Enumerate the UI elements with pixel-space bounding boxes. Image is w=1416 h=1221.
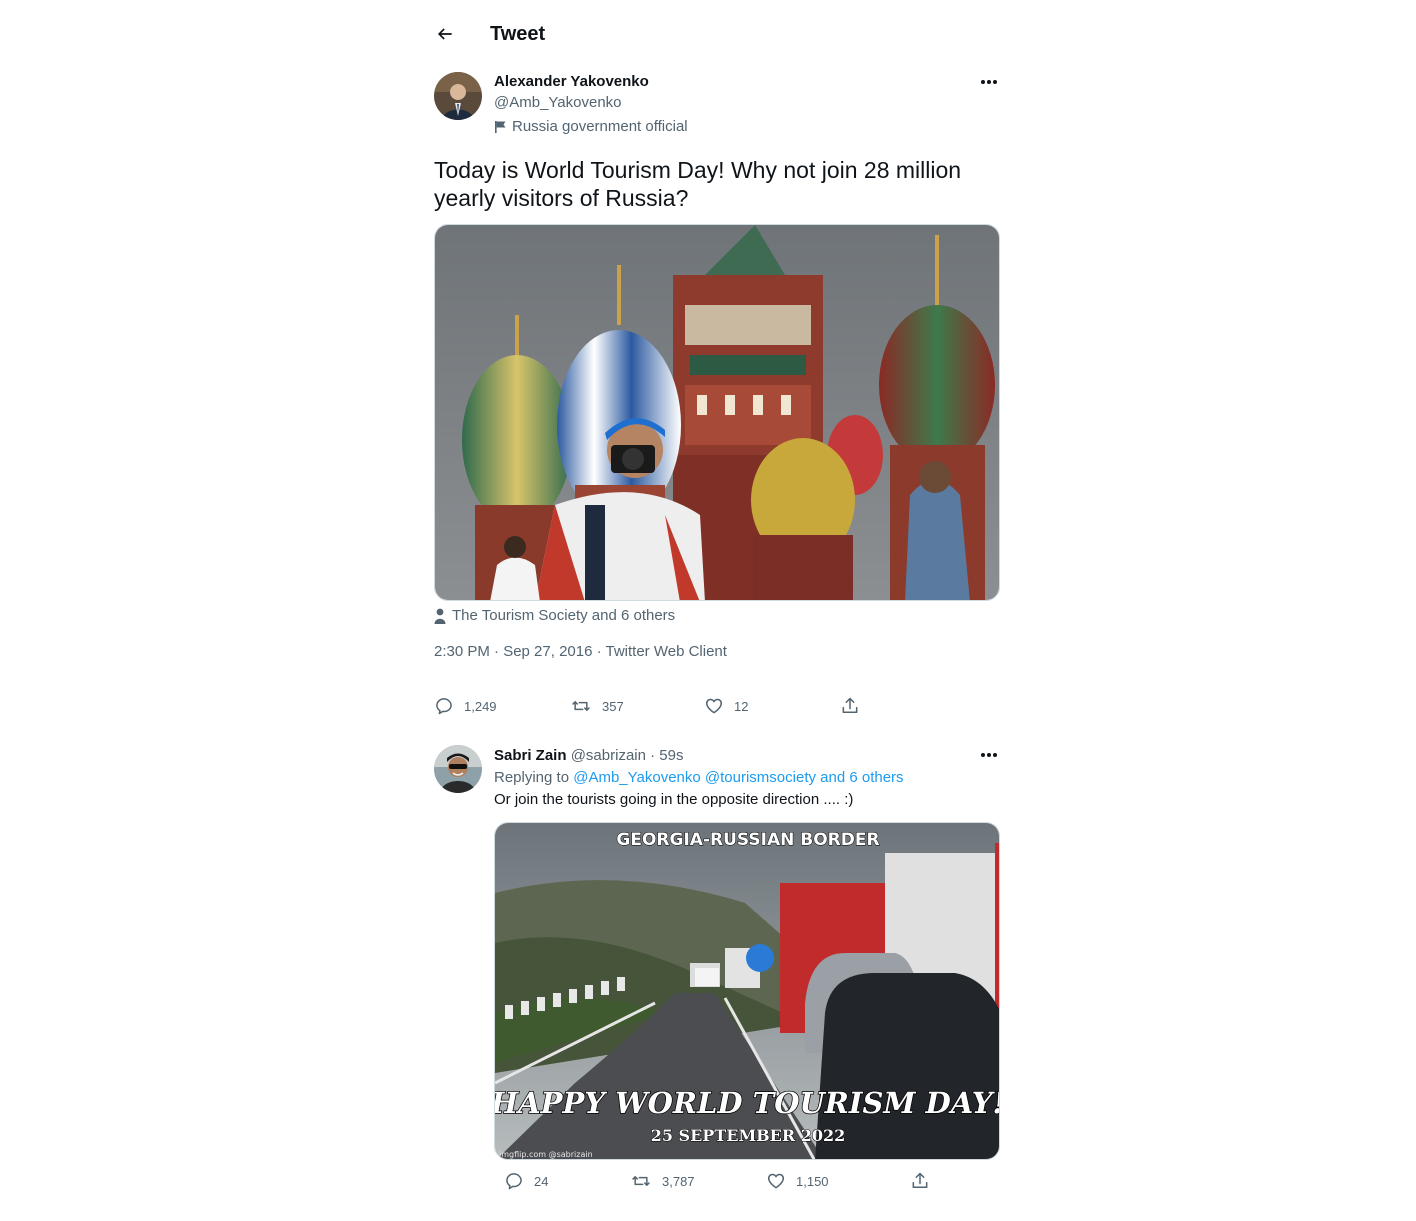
share-icon: [912, 1172, 928, 1188]
reply-share-button[interactable]: [910, 1169, 930, 1193]
more-dot: [981, 80, 985, 84]
more-dot: [987, 80, 991, 84]
more-dot: [981, 753, 985, 757]
more-dot: [993, 80, 997, 84]
heart-icon: [705, 698, 723, 714]
like-count: 12: [734, 698, 749, 714]
reply-retweet-button[interactable]: 3,787: [630, 1169, 695, 1193]
share-icon: [842, 697, 858, 713]
meme-top-text: GEORGIA-RUSSIAN BORDER: [616, 830, 879, 850]
heart-icon: [767, 1173, 785, 1189]
meme-bottom-text: HAPPY WORLD TOURISM DAY!: [495, 1086, 1000, 1120]
replying-to-links[interactable]: @Amb_Yakovenko @tourismsociety and 6 oth…: [573, 769, 903, 786]
reply-count: 1,249: [464, 698, 497, 714]
reply-icon: [436, 698, 452, 715]
share-button[interactable]: [840, 694, 860, 718]
meme-date-text: 25 SEPTEMBER 2022: [651, 1126, 846, 1145]
media-tags[interactable]: The Tourism Society and 6 others: [434, 607, 675, 624]
reply-more-options-button[interactable]: [978, 745, 1000, 765]
reply-like-button[interactable]: 1,150: [766, 1169, 829, 1193]
reply-like-count: 1,150: [796, 1173, 829, 1189]
main-tweet-author: Alexander Yakovenko @Amb_Yakovenko Russi…: [434, 72, 1000, 142]
retweet-icon: [632, 1176, 650, 1186]
tweet-photo[interactable]: [434, 224, 1000, 601]
more-dot: [993, 753, 997, 757]
flag-icon: [495, 120, 506, 133]
replying-prefix: Replying to: [494, 769, 570, 786]
reply-retweet-count: 3,787: [662, 1173, 695, 1189]
replying-to: Replying to @Amb_Yakovenko @tourismsocie…: [494, 769, 904, 786]
retweet-icon: [572, 701, 590, 711]
reply-reply-count: 24: [534, 1173, 549, 1189]
retweet-button[interactable]: 357: [570, 694, 624, 718]
like-button[interactable]: 12: [704, 694, 748, 718]
reply-avatar[interactable]: [434, 745, 482, 793]
more-options-button[interactable]: [978, 72, 1000, 92]
reply-button[interactable]: 1,249: [434, 694, 497, 718]
reply-author-line: Sabri Zain @sabrizain · 59s: [494, 747, 684, 764]
reply-text: Or join the tourists going in the opposi…: [494, 791, 854, 808]
reply-meme-image[interactable]: GEORGIA-RUSSIAN BORDER HAPPY WORLD TOURI…: [494, 822, 1000, 1160]
reply-tweet-actions: 24 3,787 1,150: [494, 1169, 934, 1193]
retweet-count: 357: [602, 698, 624, 714]
government-label: Russia government official: [494, 118, 688, 135]
reply-time[interactable]: · 59s: [650, 747, 683, 764]
government-label-text: Russia government official: [512, 118, 688, 135]
main-tweet-actions: 1,249 357 12: [434, 694, 874, 718]
reply-author-name[interactable]: Sabri Zain: [494, 747, 567, 764]
reply-icon: [506, 1173, 522, 1190]
avatar[interactable]: [434, 72, 482, 120]
tweet-text: Today is World Tourism Day! Why not join…: [434, 157, 962, 211]
media-tags-text: The Tourism Society and 6 others: [452, 607, 676, 624]
reply-author-handle[interactable]: @sabrizain: [571, 747, 646, 764]
page-header: Tweet: [434, 18, 1000, 50]
person-icon: [434, 608, 446, 624]
back-button[interactable]: [434, 23, 456, 45]
reply-reply-button[interactable]: 24: [504, 1169, 548, 1193]
tweet-timestamp[interactable]: 2:30 PM · Sep 27, 2016 · Twitter Web Cli…: [434, 643, 727, 660]
more-dot: [987, 753, 991, 757]
page-title: Tweet: [490, 22, 546, 45]
author-handle[interactable]: @Amb_Yakovenko: [494, 94, 622, 111]
arrow-left-icon: [437, 28, 452, 40]
meme-watermark: imgflip.com @sabrizain: [499, 1150, 593, 1159]
author-name[interactable]: Alexander Yakovenko: [494, 73, 649, 90]
